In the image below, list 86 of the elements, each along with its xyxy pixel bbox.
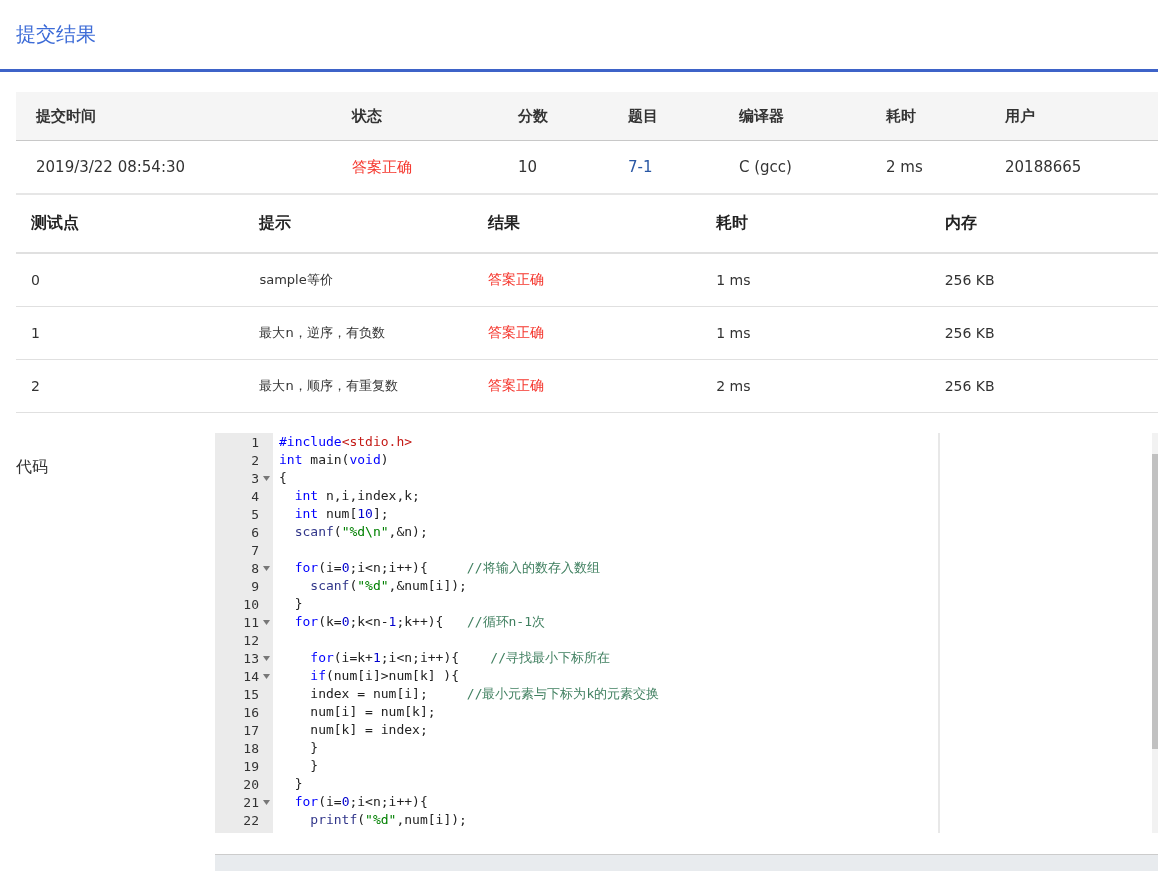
table-cell-text: 256 KB: [943, 272, 996, 288]
column-header: 结果: [486, 213, 521, 234]
fold-caret-icon[interactable]: [262, 655, 270, 661]
line-number: 7: [251, 542, 259, 558]
column-header: 题目: [627, 106, 659, 126]
line-number: 3: [251, 470, 259, 486]
column-header: 内存: [943, 213, 978, 234]
line-number: 13: [243, 650, 259, 666]
line-number: 16: [243, 704, 259, 720]
code-line: for(i=0;i<n;i++){: [293, 794, 428, 809]
code-line: #include<stdio.h>: [279, 434, 413, 449]
code-line: scanf("%d\n",&n);: [293, 524, 428, 539]
table-cell-text: 2 ms: [715, 378, 752, 394]
table-cell-text: 20188665: [1004, 158, 1083, 176]
code-line: int n,i,index,k;: [293, 488, 420, 503]
table-cell-text: 2019/3/22 08:54:30: [35, 158, 187, 176]
column-header: 耗时: [885, 106, 917, 126]
line-number: 2: [251, 452, 259, 468]
code-line: index = num[i]; //最小元素与下标为k的元素交换: [309, 686, 660, 701]
line-number: 10: [243, 596, 259, 612]
line-number: 15: [243, 686, 259, 702]
fold-caret-icon[interactable]: [262, 799, 270, 805]
code-line: int main(void): [279, 452, 389, 467]
fold-caret-icon[interactable]: [262, 565, 270, 571]
code-line: printf("%d",num[i]);: [309, 812, 467, 827]
line-number: 8: [251, 560, 259, 576]
line-number: 20: [243, 776, 259, 792]
table-cell-text: 最大n，逆序，有负数: [258, 324, 386, 342]
table-cell-text: 1 ms: [715, 272, 752, 288]
code-label: 代码: [15, 456, 49, 478]
line-number: 21: [243, 794, 259, 810]
column-header: 状态: [350, 106, 383, 126]
fold-caret-icon[interactable]: [262, 673, 270, 679]
fold-caret-icon[interactable]: [262, 475, 270, 481]
line-number: 14: [243, 668, 259, 684]
code-line: for(k=0;k<n-1;k++){ //循环n-1次: [293, 614, 545, 629]
line-number: 9: [251, 578, 259, 594]
line-number: 18: [243, 740, 259, 756]
fold-caret-icon[interactable]: [262, 619, 270, 625]
result-text: 答案正确: [486, 324, 545, 342]
table-cell-text: 最大n，顺序，有重复数: [258, 377, 399, 395]
line-number: 4: [251, 488, 259, 504]
code-line: num[k] = index;: [309, 722, 428, 737]
table-cell-text: 1: [30, 325, 41, 341]
table-cell-text: 2 ms: [885, 158, 924, 176]
table-cell-text: 256 KB: [943, 325, 996, 341]
line-number: 6: [251, 524, 259, 540]
code-line: }: [293, 596, 303, 611]
code-line: int num[10];: [293, 506, 389, 521]
scrollbar[interactable]: [1152, 433, 1158, 833]
table-cell-text: sample等价: [258, 271, 334, 289]
code-line: scanf("%d",&num[i]);: [309, 578, 467, 593]
line-number: 5: [251, 506, 259, 522]
column-header: 测试点: [30, 213, 80, 234]
result-text: 答案正确: [486, 377, 545, 395]
column-header: 耗时: [715, 213, 750, 234]
problem-link[interactable]: 7-1: [608, 158, 719, 176]
line-number: 22: [243, 812, 259, 828]
column-header: 提交时间: [35, 106, 97, 126]
code-line: {: [279, 470, 287, 485]
line-number: 19: [243, 758, 259, 774]
line-number: 12: [243, 632, 259, 648]
code-line: }: [293, 776, 303, 791]
table-cell-text: 1 ms: [715, 325, 752, 341]
table-cell-text: 2: [30, 378, 41, 394]
code-line: num[i] = num[k];: [309, 704, 436, 719]
table-cell-text: C (gcc): [738, 158, 793, 176]
code-line: for(i=0;i<n;i++){ //将输入的数存入数组: [293, 560, 600, 575]
code-line: for(i=k+1;i<n;i++){ //寻找最小下标所在: [309, 650, 610, 665]
table-cell-text: 0: [30, 272, 41, 288]
table-cell-text: 10: [517, 158, 539, 176]
result-text: 答案正确: [486, 271, 545, 289]
column-header: 分数: [517, 106, 549, 126]
line-number: 17: [243, 722, 259, 738]
column-header: 提示: [257, 213, 293, 234]
code-editor[interactable]: [215, 433, 1158, 833]
dialog-title: 提交结果: [16, 21, 96, 48]
column-header: 编译器: [738, 106, 785, 126]
column-header: 用户: [1004, 106, 1036, 126]
table-cell-text: 256 KB: [943, 378, 996, 394]
code-line: if(num[i]>num[k] ){: [309, 668, 460, 683]
status-text: 答案正确: [351, 157, 413, 177]
code-line: }: [309, 758, 319, 773]
line-number: 11: [243, 614, 259, 630]
line-number: 1: [251, 434, 259, 450]
code-line: }: [309, 740, 319, 755]
